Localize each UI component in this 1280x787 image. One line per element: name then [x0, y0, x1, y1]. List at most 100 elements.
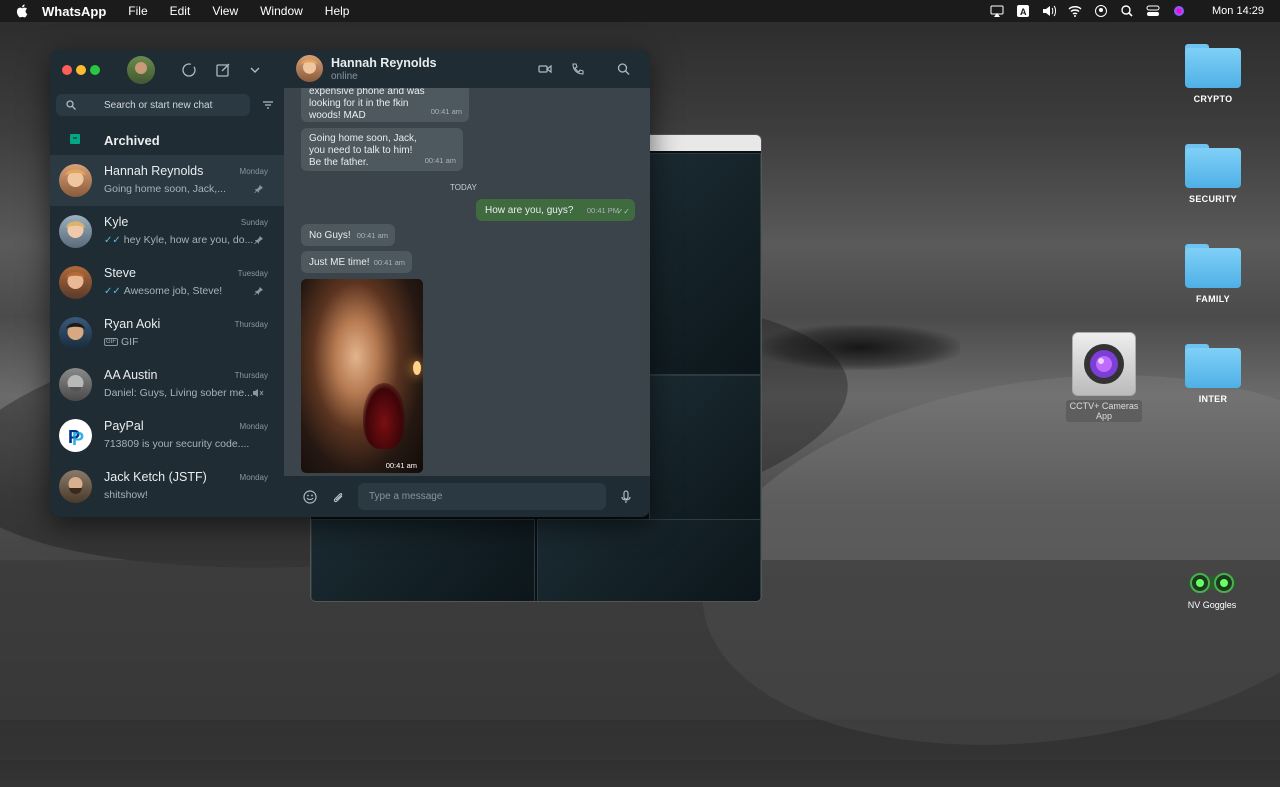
wallpaper-crowd — [760, 325, 960, 370]
menu-file[interactable]: File — [128, 4, 147, 18]
chat-preview: ✓✓ Awesome job, Steve! — [104, 285, 223, 297]
message-bubble[interactable]: expensive phone and was looking for it i… — [301, 84, 469, 122]
contact-avatar[interactable] — [296, 55, 323, 82]
chat-name: Ryan Aoki — [104, 317, 161, 331]
read-receipt-icon: ✓✓ — [104, 286, 121, 297]
folder-icon — [1185, 344, 1241, 388]
chat-preview: GIF GIF — [104, 336, 139, 348]
video-call-icon[interactable] — [538, 63, 552, 75]
attach-icon[interactable] — [331, 490, 345, 504]
emoji-icon[interactable] — [303, 490, 317, 504]
wine-glass — [363, 383, 405, 449]
message-text: expensive phone and was looking for it i… — [309, 86, 425, 121]
desktop-app-cctv[interactable]: CCTV+ Cameras App — [1066, 332, 1142, 422]
folder-icon — [1185, 144, 1241, 188]
search-input[interactable]: Search or start new chat — [56, 94, 250, 116]
minimize-button[interactable] — [76, 65, 86, 75]
microphone-icon[interactable] — [619, 490, 633, 504]
chat-time: Thursday — [234, 320, 268, 329]
desktop-folder-family[interactable]: FAMILY — [1178, 244, 1248, 304]
app-label: NV Goggles — [1187, 600, 1237, 610]
menubar-clock[interactable]: Mon 14:29 — [1212, 5, 1264, 17]
desktop-app-nv-goggles[interactable]: NV Goggles — [1180, 566, 1244, 610]
status-icon[interactable] — [181, 62, 197, 78]
message-text: No Guys! — [309, 230, 351, 241]
mute-icon — [253, 389, 264, 397]
chat-item-aa-austin[interactable]: AA Austin Thursday Daniel: Guys, Living … — [50, 359, 284, 410]
menu-window[interactable]: Window — [260, 4, 303, 18]
search-icon[interactable] — [617, 63, 631, 75]
chat-name: Jack Ketch (JSTF) — [104, 470, 207, 484]
message-bubble[interactable]: Just ME time! 00:41 am — [301, 251, 412, 273]
chat-time: Monday — [239, 473, 268, 482]
volume-icon[interactable] — [1042, 5, 1057, 17]
chat-name: Kyle — [104, 215, 129, 229]
chat-preview: shitshow! — [104, 489, 148, 501]
search-icon — [66, 100, 76, 110]
archive-icon — [70, 134, 80, 144]
chat-item-hannah-reynolds[interactable]: Hannah Reynolds Monday Going home soon, … — [50, 155, 284, 206]
chat-item-jack-ketch[interactable]: Jack Ketch (JSTF) Monday shitshow! — [50, 461, 284, 512]
menu-edit[interactable]: Edit — [170, 4, 191, 18]
photo-message[interactable]: 00:41 am — [301, 279, 423, 473]
desktop-folder-security[interactable]: SECURITY — [1178, 144, 1248, 204]
close-button[interactable] — [62, 65, 72, 75]
archived-label: Archived — [104, 133, 160, 148]
whatsapp-window: Search or start new chat Archived Hannah… — [50, 50, 650, 517]
input-source-icon[interactable]: A — [1016, 5, 1030, 17]
svg-text:A: A — [1020, 7, 1027, 17]
contact-status: online — [331, 71, 358, 82]
menu-help[interactable]: Help — [325, 4, 350, 18]
folder-label: SECURITY — [1189, 194, 1237, 204]
app-menu-whatsapp[interactable]: WhatsApp — [42, 4, 106, 19]
filter-icon[interactable] — [262, 99, 274, 111]
archived-row[interactable]: Archived — [50, 126, 284, 154]
camera-feed-4[interactable] — [537, 519, 761, 601]
message-bubble[interactable]: Going home soon, Jack, you need to talk … — [301, 128, 463, 171]
chat-time: Sunday — [240, 218, 268, 227]
user-icon[interactable] — [1094, 5, 1108, 17]
voice-call-icon[interactable] — [571, 63, 585, 75]
chevron-down-icon[interactable] — [247, 62, 263, 78]
desktop-folder-inter[interactable]: INTER — [1178, 344, 1248, 404]
camera-lens-icon — [1072, 332, 1136, 396]
goggles-icon — [1188, 573, 1236, 593]
outgoing-message-bubble[interactable]: How are you, guys? 00:41 PM ✓✓ — [476, 199, 635, 221]
chat-time: Tuesday — [237, 269, 268, 278]
contact-name: Hannah Reynolds — [331, 56, 437, 70]
chat-time: Thursday — [234, 371, 268, 380]
avatar — [59, 215, 92, 248]
zoom-button[interactable] — [90, 65, 100, 75]
desktop-folder-crypto[interactable]: CRYPTO — [1178, 44, 1248, 104]
camera-feed-2[interactable] — [649, 375, 761, 527]
paypal-logo-icon: PP — [59, 419, 92, 452]
wifi-icon[interactable] — [1068, 5, 1082, 17]
chat-time: Monday — [239, 167, 268, 176]
apple-icon[interactable] — [16, 4, 28, 18]
siri-icon[interactable] — [1172, 5, 1186, 17]
message-input[interactable]: Type a message — [358, 483, 606, 510]
menu-view[interactable]: View — [212, 4, 238, 18]
airplay-icon[interactable] — [990, 5, 1004, 17]
conversation-header[interactable]: Hannah Reynolds online — [284, 50, 650, 88]
control-center-icon[interactable] — [1146, 5, 1160, 17]
message-text: Just ME time! — [309, 257, 370, 268]
profile-avatar[interactable] — [127, 56, 155, 84]
chat-item-ryan-aoki[interactable]: Ryan Aoki Thursday GIF GIF — [50, 308, 284, 359]
spotlight-icon[interactable] — [1120, 5, 1134, 17]
message-text: Going home soon, Jack, you need to talk … — [309, 133, 417, 168]
chat-time: Monday — [239, 422, 268, 431]
message-time: 00:41 am — [430, 107, 462, 116]
chat-item-kyle[interactable]: Kyle Sunday ✓✓ hey Kyle, how are you, do.… — [50, 206, 284, 257]
new-chat-icon[interactable] — [215, 62, 231, 78]
folder-icon — [1185, 44, 1241, 88]
menu-bar: WhatsApp File Edit View Window Help A Mo… — [0, 0, 1280, 22]
chat-item-paypal[interactable]: PP PayPal Monday 713809 is your security… — [50, 410, 284, 461]
camera-feed-1[interactable] — [649, 153, 761, 375]
folder-label: FAMILY — [1196, 294, 1230, 304]
chat-preview: Going home soon, Jack,... — [104, 183, 226, 195]
camera-feed-3[interactable] — [311, 519, 535, 601]
chat-item-steve[interactable]: Steve Tuesday ✓✓ Awesome job, Steve! — [50, 257, 284, 308]
folder-icon — [1185, 244, 1241, 288]
message-bubble[interactable]: No Guys! 00:41 am — [301, 224, 395, 246]
